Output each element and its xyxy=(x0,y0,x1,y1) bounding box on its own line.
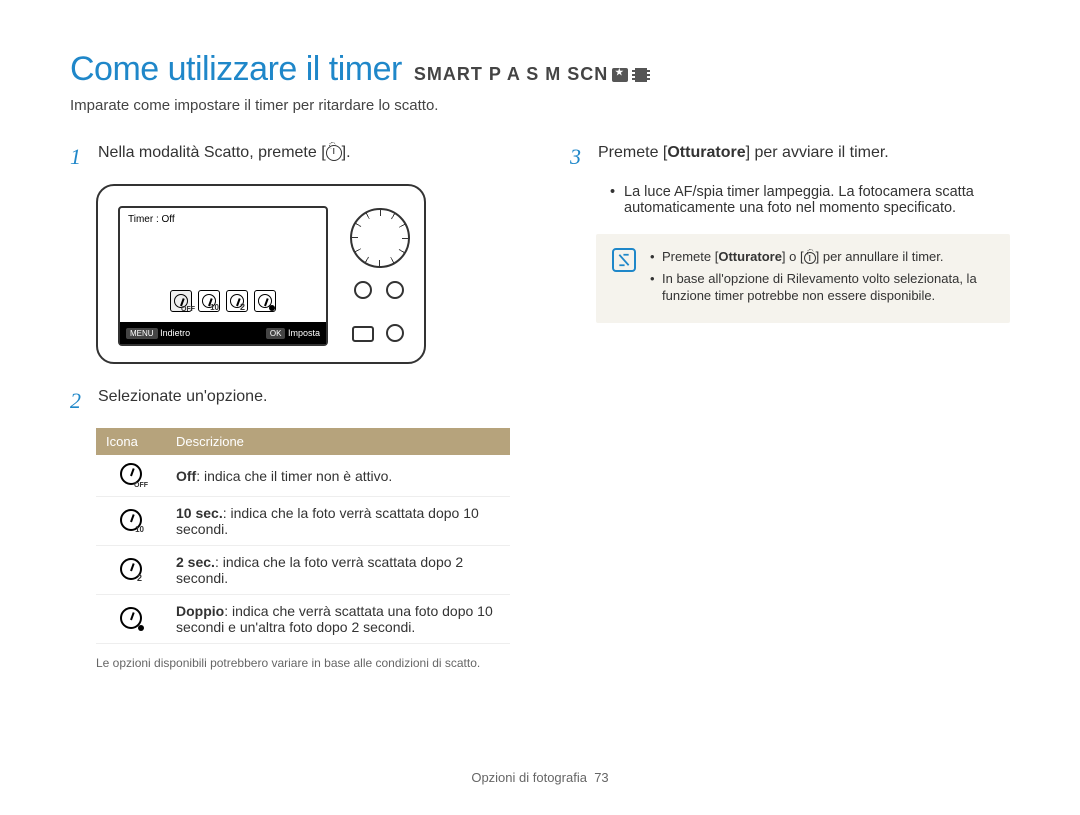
camera-button xyxy=(352,326,374,342)
bullet-item: La luce AF/spia timer lampeggia. La foto… xyxy=(610,184,1010,216)
camera-lcd: Timer : Off MENU Indietro OK Imposta xyxy=(118,206,328,346)
ok-button-tag: OK xyxy=(266,328,286,339)
camera-illustration: Timer : Off MENU Indietro OK Imposta xyxy=(96,184,426,364)
page-subtitle: Imparate come impostare il timer per rit… xyxy=(70,97,1010,114)
timer-options-table: Icona Descrizione Off: indica che il tim… xyxy=(96,428,510,644)
step-3: 3 Premete [Otturatore] per avviare il ti… xyxy=(570,144,1010,170)
table-row: Off: indica che il timer non è attivo. xyxy=(96,455,510,497)
lcd-option-10s xyxy=(198,290,220,312)
step-number: 2 xyxy=(70,388,88,414)
page-title: Come utilizzare il timer xyxy=(70,50,402,89)
th-icon: Icona xyxy=(96,428,166,455)
timer-double-icon xyxy=(120,607,142,629)
timer-2s-icon xyxy=(120,558,142,580)
mode-list: SMART P A S M SCN xyxy=(414,64,650,85)
note-item: In base all'opzione di Rilevamento volto… xyxy=(650,270,994,305)
step-2: 2 Selezionate un'opzione. xyxy=(70,388,510,414)
lcd-bottom-bar: MENU Indietro OK Imposta xyxy=(120,322,326,344)
timer-10s-icon xyxy=(120,509,142,531)
step-number: 3 xyxy=(570,144,588,170)
camera-button xyxy=(386,324,404,342)
camera-button xyxy=(354,281,372,299)
timer-icon xyxy=(804,252,816,264)
menu-button-tag: MENU xyxy=(126,328,158,339)
note-icon xyxy=(612,248,636,272)
note-box: Premete [Otturatore] o [] per annullare … xyxy=(596,234,1010,323)
mode-icon-scene xyxy=(612,68,628,82)
page-footer: Opzioni di fotografia 73 xyxy=(0,770,1080,785)
timer-off-icon xyxy=(120,463,142,485)
lcd-option-2s xyxy=(226,290,248,312)
th-desc: Descrizione xyxy=(166,428,510,455)
camera-button xyxy=(386,281,404,299)
lcd-option-double xyxy=(254,290,276,312)
lcd-timer-label: Timer : Off xyxy=(128,214,175,225)
mode-icon-movie xyxy=(632,68,650,82)
note-item: Premete [Otturatore] o [] per annullare … xyxy=(650,248,994,266)
lcd-option-off xyxy=(170,290,192,312)
lcd-timer-options xyxy=(120,290,326,312)
step-2-text: Selezionate un'opzione. xyxy=(98,388,267,414)
camera-dial xyxy=(350,208,410,268)
table-row: 2 sec.: indica che la foto verrà scattat… xyxy=(96,546,510,595)
table-row: 10 sec.: indica che la foto verrà scatta… xyxy=(96,497,510,546)
timer-icon xyxy=(326,145,342,161)
step-3-text: Premete [Otturatore] per avviare il time… xyxy=(598,144,889,170)
step-1: 1 Nella modalità Scatto, premete []. xyxy=(70,144,510,170)
step-number: 1 xyxy=(70,144,88,170)
step-3-bullets: La luce AF/spia timer lampeggia. La foto… xyxy=(610,184,1010,216)
step-1-text: Nella modalità Scatto, premete []. xyxy=(98,144,351,170)
options-footnote: Le opzioni disponibili potrebbero variar… xyxy=(96,656,510,670)
table-row: Doppio: indica che verrà scattata una fo… xyxy=(96,595,510,644)
